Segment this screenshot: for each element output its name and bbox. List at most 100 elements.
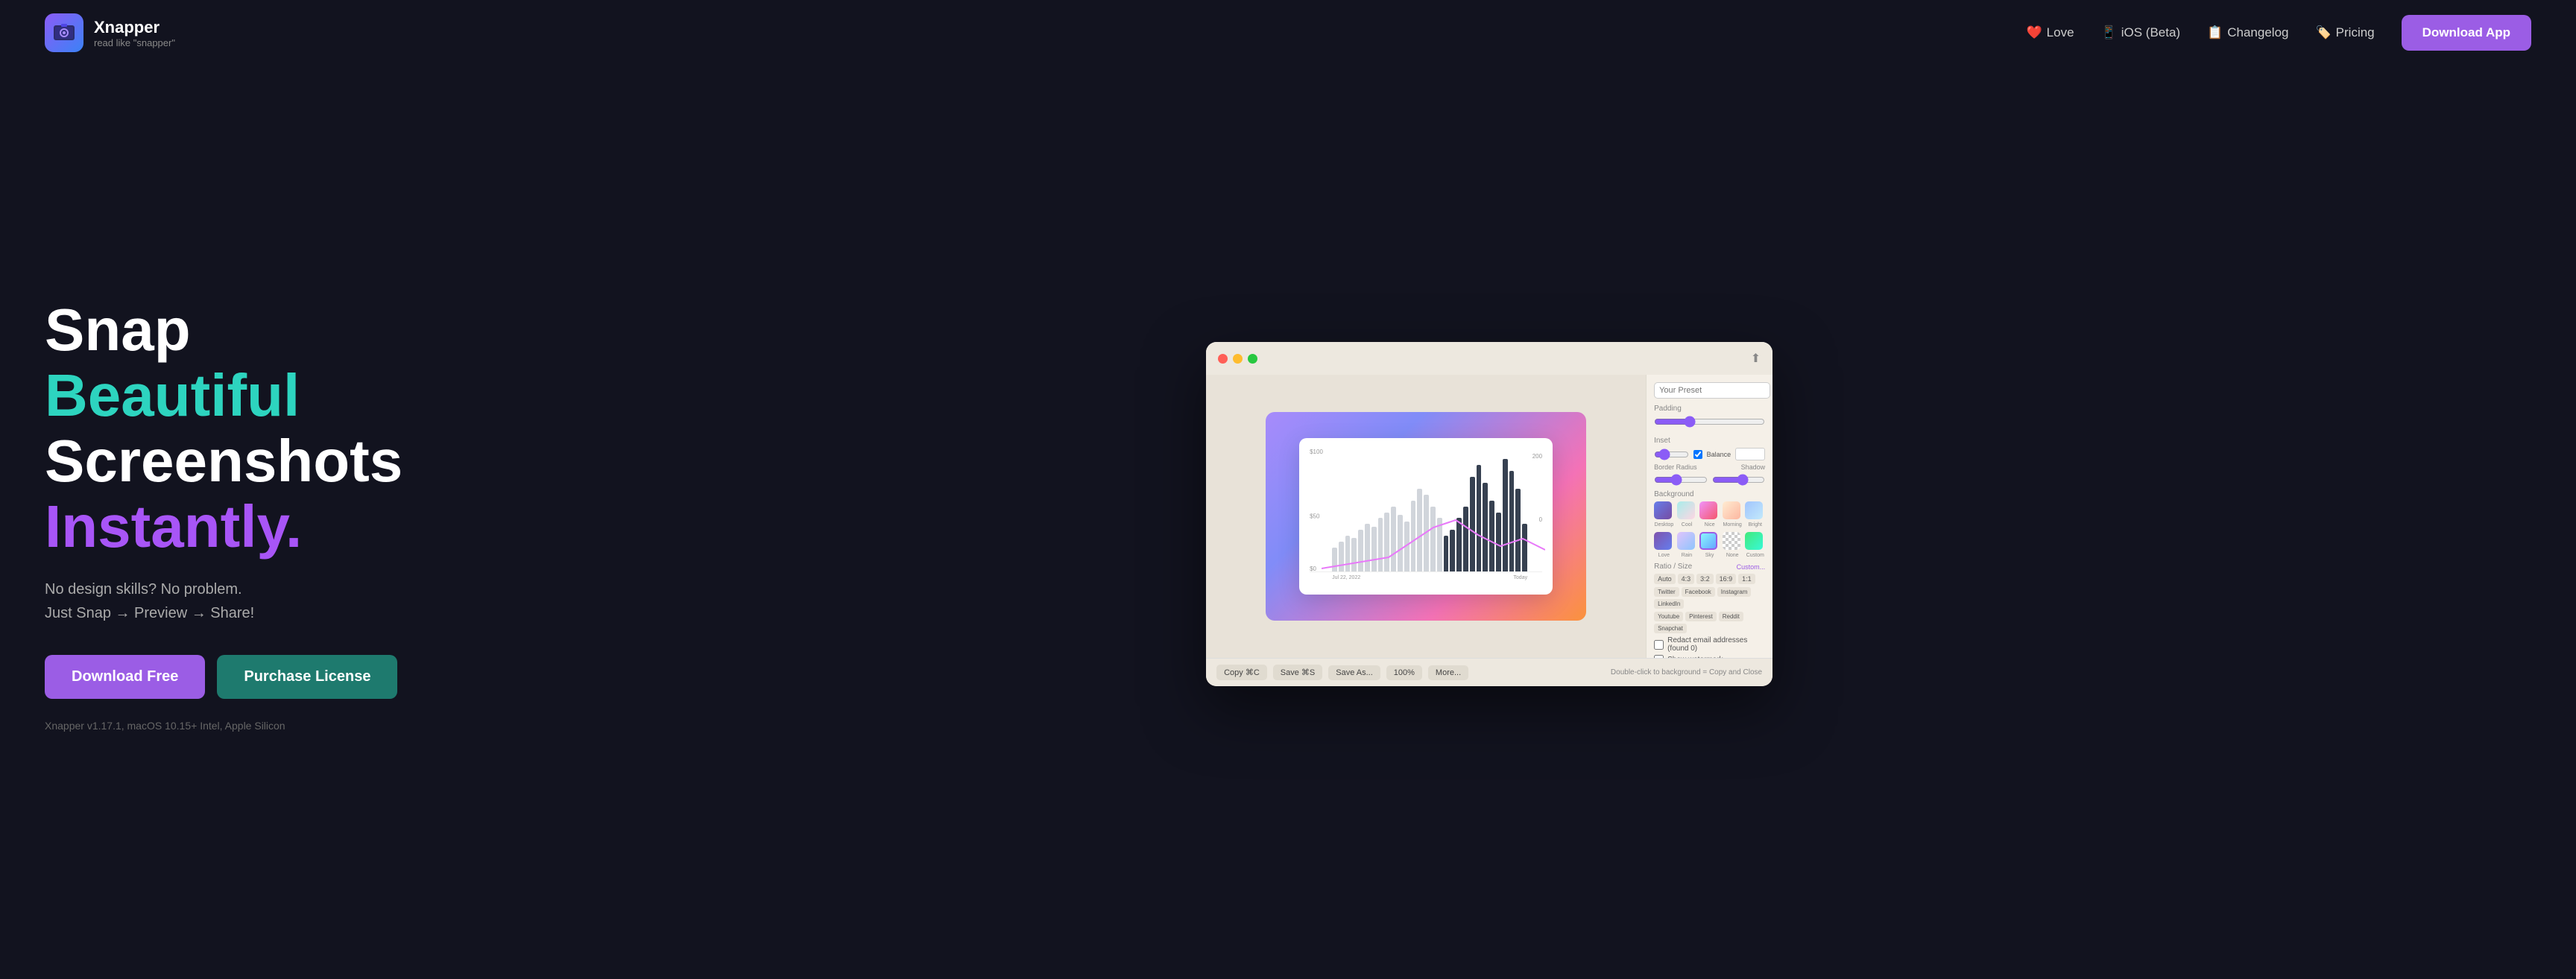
download-free-button[interactable]: Download Free	[45, 655, 205, 699]
inset-slider[interactable]	[1654, 449, 1688, 460]
border-shadow-row: Border Radius Shadow	[1654, 463, 1765, 471]
social-buttons: Twitter Facebook Instagram LinkedIn	[1654, 587, 1765, 609]
chart-area: $100 $50 $0 200 0	[1299, 438, 1553, 595]
border-radius-label: Border Radius	[1654, 463, 1736, 471]
swatch-morning[interactable]	[1723, 501, 1740, 519]
bar-8	[1378, 518, 1383, 571]
preset-input[interactable]	[1654, 382, 1770, 399]
nav-brand-text: Xnapper read like "snapper"	[94, 18, 175, 48]
preset-row: ↺ 🗑	[1654, 382, 1765, 399]
swatch-none[interactable]	[1723, 532, 1740, 550]
hero-title: Snap Beautiful Screenshots Instantly.	[45, 297, 402, 560]
app-canvas[interactable]: $100 $50 $0 200 0	[1206, 375, 1646, 658]
close-button-dot[interactable]	[1218, 354, 1228, 364]
app-bottombar: Copy ⌘C Save ⌘S Save As... 100% More... …	[1206, 658, 1772, 686]
swatch-love[interactable]	[1654, 532, 1672, 550]
shadow-slider[interactable]	[1712, 474, 1766, 486]
balance-checkbox[interactable]	[1693, 450, 1702, 459]
save-button[interactable]: Save ⌘S	[1273, 665, 1322, 680]
social-linkedin[interactable]: LinkedIn	[1654, 599, 1684, 609]
chart-label-bot: $0	[1310, 565, 1316, 572]
ratio-1-1[interactable]: 1:1	[1738, 574, 1755, 584]
bar-4	[1351, 538, 1357, 571]
chart-dates: Jul 22, 2022 Today	[1310, 572, 1542, 580]
shadow-label: Shadow	[1741, 463, 1766, 471]
hero-title-instantly: Instantly.	[45, 494, 402, 560]
bar-17	[1437, 518, 1442, 571]
app-titlebar: ⬆	[1206, 342, 1772, 375]
bar-30	[1522, 524, 1527, 571]
nav-link-changelog[interactable]: 📋 Changelog	[2207, 25, 2288, 40]
label-morning: Morning	[1723, 522, 1743, 527]
bar-5	[1358, 530, 1363, 571]
share-icon[interactable]: ⬆	[1751, 351, 1761, 366]
swatch-grid-row1	[1654, 501, 1765, 519]
social-twitter[interactable]: Twitter	[1654, 587, 1679, 597]
bar-9	[1384, 513, 1389, 572]
hero-title-screenshots: Screenshots	[45, 428, 402, 494]
inset-value-input[interactable]	[1735, 448, 1765, 460]
save-as-button[interactable]: Save As...	[1328, 665, 1380, 680]
label-custom: Custom	[1745, 553, 1765, 558]
bar-16	[1430, 507, 1436, 571]
copy-button[interactable]: Copy ⌘C	[1216, 665, 1267, 680]
watermark-row: Show watermark	[1654, 655, 1765, 658]
social-youtube[interactable]: Youtube	[1654, 612, 1683, 621]
hero-subtitle: No design skills? No problem. Just Snap …	[45, 577, 402, 625]
swatch-rain[interactable]	[1677, 532, 1695, 550]
bar-14	[1417, 489, 1422, 571]
version-info: Xnapper v1.17.1, macOS 10.15+ Intel, App…	[45, 720, 402, 732]
nav-links: ❤️ Love 📱 iOS (Beta) 📋 Changelog 🏷️ Pric…	[2027, 15, 2532, 51]
ratio-4-3[interactable]: 4:3	[1678, 574, 1695, 584]
bar-29	[1515, 489, 1521, 571]
bar-22	[1470, 477, 1475, 571]
padding-slider[interactable]	[1654, 416, 1765, 428]
swatch-custom[interactable]	[1745, 532, 1763, 550]
bottom-hint: Double-click to background = Copy and Cl…	[1611, 668, 1762, 677]
swatch-nice[interactable]	[1699, 501, 1717, 519]
nav-brand: Xnapper read like "snapper"	[45, 13, 175, 52]
app-logo-icon	[45, 13, 83, 52]
swatch-cool[interactable]	[1677, 501, 1695, 519]
redact-checkbox[interactable]	[1654, 640, 1664, 650]
watermark-label: Show watermark	[1667, 656, 1723, 658]
bar-13	[1411, 501, 1416, 571]
window-controls	[1218, 354, 1257, 364]
balance-label: Balance	[1707, 451, 1731, 458]
zoom-button[interactable]: 100%	[1386, 665, 1422, 680]
social-facebook[interactable]: Facebook	[1682, 587, 1715, 597]
swatch-desktop[interactable]	[1654, 501, 1672, 519]
nav-link-love[interactable]: ❤️ Love	[2027, 25, 2074, 40]
more-button[interactable]: More...	[1428, 665, 1468, 680]
watermark-checkbox[interactable]	[1654, 655, 1664, 658]
social-pinterest[interactable]: Pinterest	[1685, 612, 1717, 621]
ratio-16-9[interactable]: 16:9	[1716, 574, 1737, 584]
chart-label-mid: $50	[1310, 513, 1319, 520]
label-none: None	[1723, 553, 1743, 558]
social-reddit[interactable]: Reddit	[1719, 612, 1743, 621]
nav-link-ios[interactable]: 📱 iOS (Beta)	[2101, 25, 2181, 40]
nav-download-button[interactable]: Download App	[2402, 15, 2531, 51]
maximize-button-dot[interactable]	[1248, 354, 1257, 364]
label-nice: Nice	[1699, 522, 1720, 527]
ratio-custom-button[interactable]: Custom...	[1737, 563, 1766, 571]
ratio-3-2[interactable]: 3:2	[1696, 574, 1714, 584]
swatch-sky[interactable]	[1699, 532, 1717, 550]
hero-right: ⬆ $100 $50 $0 200 0	[447, 342, 2531, 686]
purchase-license-button[interactable]: Purchase License	[217, 655, 397, 699]
minimize-button-dot[interactable]	[1233, 354, 1243, 364]
nav-link-pricing[interactable]: 🏷️ Pricing	[2316, 25, 2375, 40]
swatch-grid-row2	[1654, 532, 1765, 550]
bar-25	[1489, 501, 1494, 571]
social-buttons-2: Youtube Pinterest Reddit Snapchat	[1654, 612, 1765, 633]
app-body: $100 $50 $0 200 0	[1206, 375, 1772, 658]
swatch-bright[interactable]	[1745, 501, 1763, 519]
inset-label: Inset	[1654, 437, 1765, 445]
ratio-auto[interactable]: Auto	[1654, 574, 1676, 584]
bar-1	[1332, 548, 1337, 571]
social-snapchat[interactable]: Snapchat	[1654, 624, 1687, 633]
social-instagram[interactable]: Instagram	[1717, 587, 1752, 597]
bar-28	[1509, 471, 1515, 571]
label-desktop: Desktop	[1654, 522, 1674, 527]
border-radius-slider[interactable]	[1654, 474, 1708, 486]
